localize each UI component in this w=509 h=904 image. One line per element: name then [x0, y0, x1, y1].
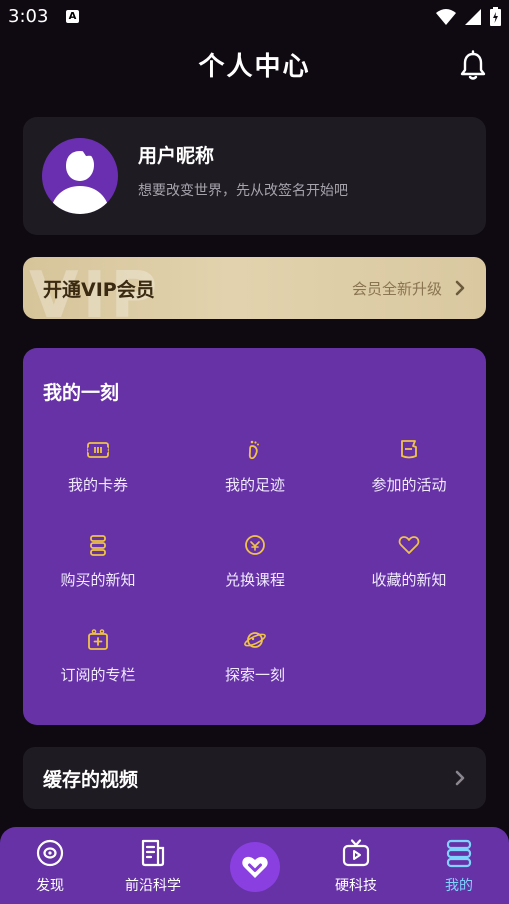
- subscribe-icon: [88, 629, 108, 650]
- center-action-button[interactable]: [230, 842, 280, 892]
- tab-label: 发现: [36, 878, 64, 894]
- grid-item-footprints[interactable]: 我的足迹: [180, 438, 330, 495]
- stack-icon: [446, 839, 472, 868]
- status-icons: [436, 7, 501, 26]
- chevron-right-icon: [455, 770, 465, 786]
- grid-item-purchased[interactable]: 购买的新知: [23, 533, 173, 590]
- tab-label: 硬科技: [335, 878, 377, 894]
- grid-item-label: 我的卡券: [67, 476, 128, 494]
- grid-item-redeem[interactable]: 兑换课程: [180, 533, 330, 590]
- grid-item-label: 兑换课程: [224, 571, 285, 589]
- vip-subtitle: 会员全新升级: [351, 280, 442, 298]
- user-silhouette-icon: [50, 149, 110, 214]
- user-name: 用户昵称: [138, 145, 215, 167]
- article-icon: [141, 839, 165, 867]
- tab-label: 我的: [445, 878, 473, 894]
- exchange-icon: [245, 535, 265, 555]
- cached-videos-title: 缓存的视频: [43, 769, 139, 791]
- tv-icon: [342, 839, 370, 867]
- grid-item-favorites[interactable]: 收藏的新知: [334, 533, 484, 590]
- moment-title: 我的一刻: [43, 382, 120, 404]
- grid-item-explore[interactable]: 探索一刻: [180, 628, 330, 685]
- flag-icon: [401, 440, 417, 459]
- grid-item-label: 购买的新知: [60, 571, 136, 589]
- grid-item-label: 收藏的新知: [371, 571, 447, 589]
- status-time: 3:03: [8, 6, 49, 27]
- signal-icon: [465, 8, 481, 25]
- moment-card: 我的一刻 我的卡券 我的足迹 参加的活动 购买的新知 兑换课程 收藏的新知 订阅…: [23, 348, 486, 725]
- battery-icon: [490, 7, 501, 26]
- grid-item-coupons[interactable]: 我的卡券: [23, 438, 173, 495]
- vip-banner[interactable]: VIP 开通VIP会员 会员全新升级: [23, 257, 486, 319]
- footprint-icon: [248, 440, 259, 460]
- ticket-icon: [87, 442, 109, 458]
- grid-item-activities[interactable]: 参加的活动: [334, 438, 484, 495]
- heart-icon: [398, 536, 420, 554]
- tab-mine[interactable]: 我的: [409, 827, 509, 904]
- avatar[interactable]: [42, 138, 118, 214]
- bottom-tab-bar: 发现 前沿科学 硬科技 我的: [0, 827, 509, 904]
- cached-videos-row[interactable]: 缓存的视频: [23, 747, 486, 809]
- grid-item-label: 探索一刻: [224, 666, 285, 684]
- grid-item-label: 订阅的专栏: [60, 666, 136, 684]
- grid-item-label: 参加的活动: [371, 476, 447, 494]
- bell-icon[interactable]: [458, 50, 488, 82]
- discover-icon: [36, 839, 64, 867]
- chevron-right-icon: [455, 280, 465, 296]
- user-card[interactable]: 用户昵称 想要改变世界，先从改签名开始吧: [23, 117, 486, 235]
- grid-item-label: 我的足迹: [224, 476, 285, 494]
- heart-chevron-icon: [242, 856, 268, 878]
- page-title: 个人中心: [198, 52, 311, 82]
- user-motto: 想要改变世界，先从改签名开始吧: [138, 183, 348, 199]
- tab-discover[interactable]: 发现: [0, 827, 100, 904]
- wifi-icon: [436, 8, 456, 25]
- vip-title: 开通VIP会员: [43, 279, 155, 301]
- planet-icon: [244, 632, 266, 648]
- tab-hard-tech[interactable]: 硬科技: [306, 827, 406, 904]
- tab-label: 前沿科学: [125, 878, 181, 894]
- grid-item-subscriptions[interactable]: 订阅的专栏: [23, 628, 173, 685]
- tab-frontier-science[interactable]: 前沿科学: [103, 827, 203, 904]
- notification-icon: A: [66, 10, 79, 23]
- status-bar: 3:03 A: [0, 0, 509, 34]
- stack-icon: [90, 535, 106, 556]
